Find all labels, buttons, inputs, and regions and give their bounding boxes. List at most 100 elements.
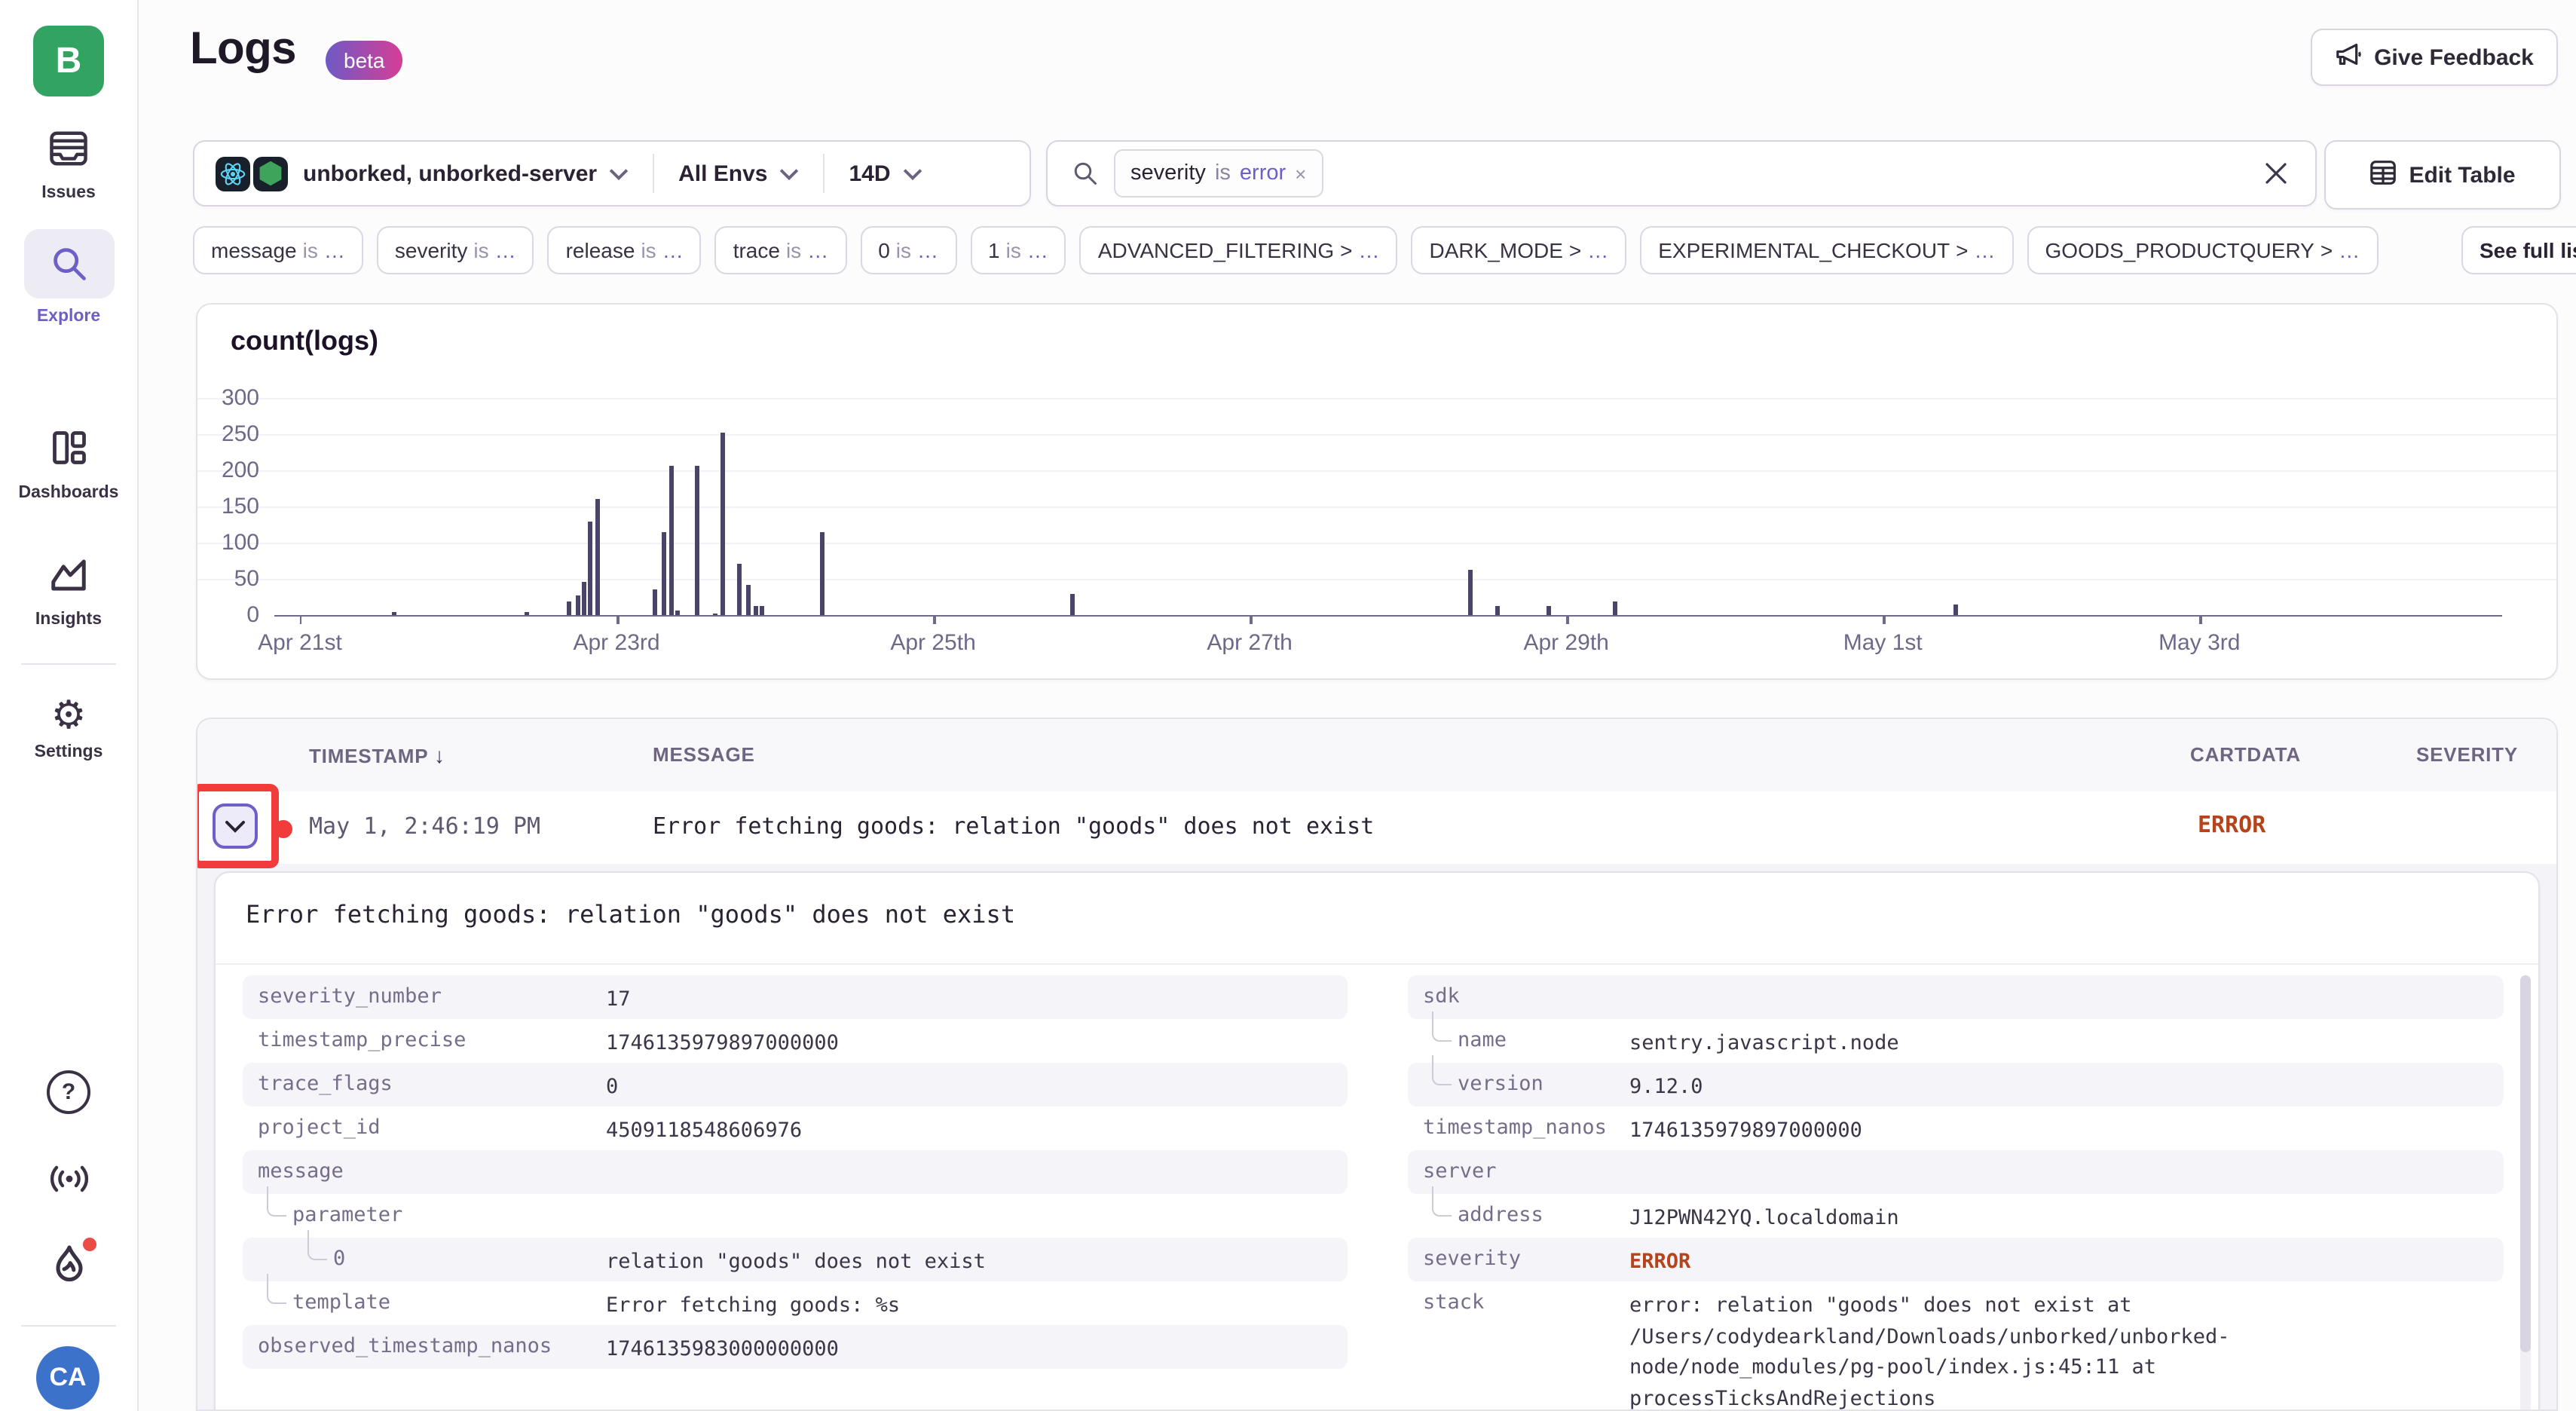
clear-search-icon[interactable] (2264, 161, 2288, 185)
log-detail-panel: Error fetching goods: relation "goods" d… (214, 871, 2540, 1411)
chart-bar[interactable] (738, 565, 742, 615)
detail-row-template[interactable]: templateError fetching goods: %s (243, 1281, 1348, 1325)
chart-bar[interactable] (720, 432, 724, 615)
detail-row-timestamp_precise[interactable]: timestamp_precise1746135979897000000 (243, 1019, 1348, 1063)
attribute-chip[interactable]: 1is… (970, 226, 1066, 274)
detail-key: trace_flags (258, 1072, 393, 1096)
chart-bar[interactable] (566, 602, 571, 615)
date-range-selector[interactable]: 14D (849, 161, 890, 186)
attribute-chip[interactable]: messageis… (193, 226, 363, 274)
column-cartdata[interactable]: CARTDATA (2190, 743, 2301, 766)
search-filter-token[interactable]: severity is error × (1114, 149, 1323, 197)
chart-bar[interactable] (668, 465, 673, 615)
chart-bar[interactable] (747, 585, 751, 615)
help-button[interactable]: ? (0, 1070, 137, 1114)
chevron-down-icon (779, 167, 799, 180)
search-icon (1072, 160, 1099, 187)
detail-row-trace_flags[interactable]: trace_flags0 (243, 1063, 1348, 1106)
chart-bar[interactable] (653, 589, 658, 615)
divider (653, 154, 654, 193)
detail-row-0[interactable]: 0relation "goods" does not exist (243, 1238, 1348, 1281)
sidebar-item-label: Dashboards (19, 484, 119, 502)
chart-plot[interactable] (274, 398, 2502, 617)
token-remove-icon[interactable]: × (1295, 162, 1306, 185)
detail-row-server[interactable]: server (1408, 1150, 2504, 1194)
chart-bar[interactable] (713, 613, 717, 615)
chart-bar[interactable] (754, 607, 758, 616)
x-tick-mark (933, 615, 935, 624)
broadcast-button[interactable] (0, 1161, 137, 1204)
detail-key: server (1423, 1159, 1497, 1183)
attribute-chip[interactable]: releaseis… (548, 226, 702, 274)
chart-bar[interactable] (589, 521, 593, 615)
column-severity[interactable]: SEVERITY (2416, 743, 2518, 766)
tree-connector (1432, 1012, 1452, 1042)
chart-bar[interactable] (524, 612, 528, 615)
sidebar-item-insights[interactable]: Insights (0, 556, 137, 629)
detail-row-message[interactable]: message (243, 1150, 1348, 1194)
see-full-list-button[interactable]: See full list (2461, 226, 2576, 274)
attribute-chip[interactable]: EXPERIMENTAL_CHECKOUT>… (1640, 226, 2013, 274)
chart-bar[interactable] (1614, 602, 1618, 615)
chart-bar[interactable] (696, 465, 700, 615)
column-timestamp[interactable]: TIMESTAMP ↓ (309, 743, 445, 767)
x-tick-mark (616, 615, 619, 624)
detail-value: 1746135979897000000 (1629, 1116, 1862, 1146)
detail-key: sdk (1423, 984, 1460, 1009)
give-feedback-button[interactable]: Give Feedback (2311, 29, 2558, 86)
sidebar-item-settings[interactable]: ⚙ Settings (0, 695, 137, 761)
detail-row-observed_timestamp_nanos[interactable]: observed_timestamp_nanos1746135983000000… (243, 1325, 1348, 1369)
chart-bar[interactable] (1069, 593, 1074, 615)
search-bar[interactable]: severity is error × (1046, 140, 2317, 207)
sidebar-item-dashboards[interactable]: Dashboards (0, 428, 137, 502)
x-tick-mark (300, 615, 302, 624)
detail-row-project_id[interactable]: project_id4509118548606976 (243, 1106, 1348, 1150)
user-avatar[interactable]: CA (36, 1346, 99, 1409)
chart-bar[interactable] (595, 499, 600, 615)
node-platform-icon (253, 156, 288, 191)
detail-row-address[interactable]: addressJ12PWN42YQ.localdomain (1408, 1194, 2504, 1238)
detail-row-timestamp_nanos[interactable]: timestamp_nanos1746135979897000000 (1408, 1106, 2504, 1150)
sidebar: B Issues Explore Dashboar (0, 0, 139, 1411)
environment-selector[interactable]: All Envs (678, 161, 767, 186)
attribute-chip[interactable]: 0is… (860, 226, 956, 274)
detail-row-stack[interactable]: stackerror: relation "goods" does not ex… (1408, 1281, 2504, 1411)
detail-row-version[interactable]: version9.12.0 (1408, 1063, 2504, 1106)
column-message[interactable]: MESSAGE (653, 743, 755, 766)
chart-bar[interactable] (1547, 607, 1551, 616)
chart-bar[interactable] (760, 607, 764, 616)
detail-row-name[interactable]: namesentry.javascript.node (1408, 1019, 2504, 1063)
detail-row-parameter[interactable]: parameter (243, 1194, 1348, 1238)
chart-bar[interactable] (582, 583, 586, 615)
chart-bar[interactable] (1954, 604, 1959, 615)
chart-bar[interactable] (577, 595, 581, 615)
attribute-chip[interactable]: DARK_MODE>… (1412, 226, 1627, 274)
chart-bar[interactable] (1468, 571, 1473, 616)
chart-bar[interactable] (393, 612, 397, 615)
attribute-chip[interactable]: severityis… (377, 226, 534, 274)
attribute-chip[interactable]: traceis… (715, 226, 847, 274)
whats-new-button[interactable] (0, 1242, 137, 1295)
detail-scrollbar-thumb[interactable] (2520, 975, 2531, 1352)
sidebar-item-label: Insights (35, 611, 102, 629)
chart-bar[interactable] (675, 610, 680, 615)
attribute-chip[interactable]: ADVANCED_FILTERING>… (1080, 226, 1398, 274)
chart-bar[interactable] (820, 532, 825, 615)
detail-key: stack (1423, 1290, 1484, 1315)
sidebar-item-explore[interactable]: Explore (0, 229, 137, 326)
detail-row-sdk[interactable]: sdk (1408, 975, 2504, 1019)
megaphone-icon (2335, 42, 2362, 72)
sidebar-item-label: Settings (35, 743, 103, 761)
chart-bar[interactable] (1495, 607, 1500, 616)
sidebar-item-issues[interactable]: Issues (0, 130, 137, 202)
project-selector[interactable]: unborked, unborked-server (303, 161, 597, 186)
detail-row-severity_number[interactable]: severity_number17 (243, 975, 1348, 1019)
chart-bar[interactable] (662, 532, 666, 615)
attribute-chip[interactable]: GOODS_PRODUCTQUERY>… (2027, 226, 2379, 274)
project-platform-icons (216, 156, 288, 191)
y-axis-label: 250 (197, 421, 259, 447)
detail-row-severity[interactable]: severityERROR (1408, 1238, 2504, 1281)
org-logo[interactable]: B (33, 26, 104, 96)
table-row[interactable]: May 1, 2:46:19 PM Error fetching goods: … (197, 791, 2556, 865)
edit-table-button[interactable]: Edit Table (2324, 140, 2561, 210)
